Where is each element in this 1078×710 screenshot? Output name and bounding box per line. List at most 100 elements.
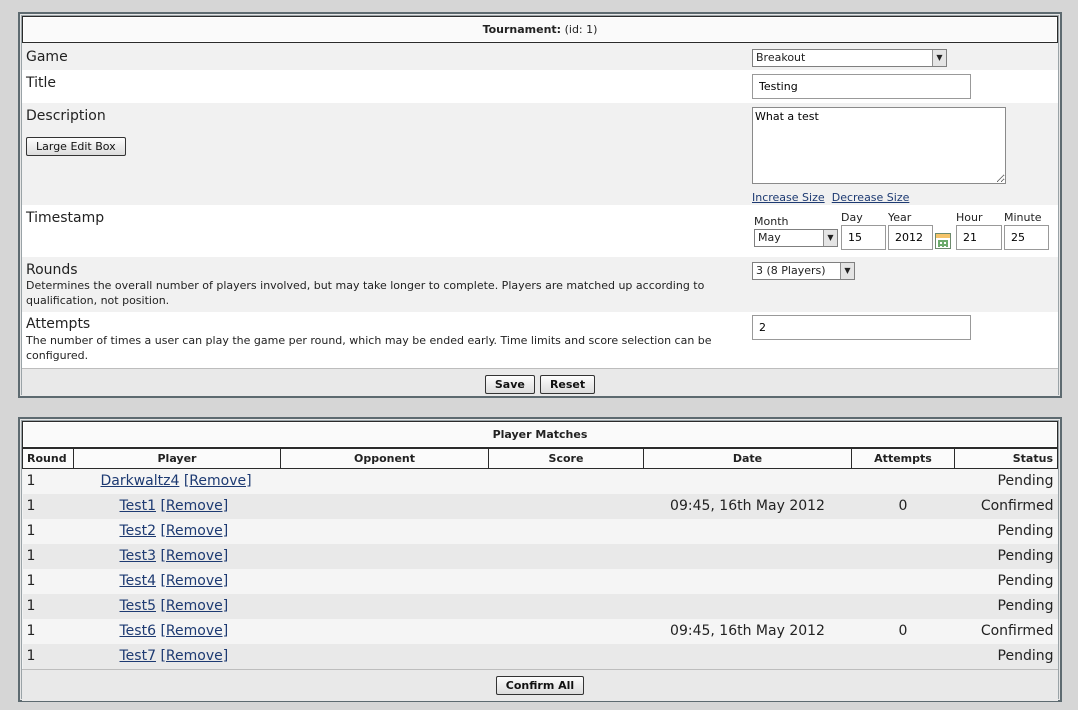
cell-status: Pending — [954, 593, 1058, 619]
description-label: Description — [26, 108, 106, 124]
cell-round: 1 — [22, 568, 74, 594]
cell-round: 1 — [22, 543, 74, 569]
month-label: Month — [754, 215, 789, 228]
reset-button[interactable]: Reset — [539, 375, 596, 394]
cell-status: Pending — [954, 468, 1058, 494]
attempts-label: Attempts — [26, 316, 91, 332]
table-row: 1 Test5 [Remove] Pending — [22, 593, 1058, 619]
attempts-help: The number of times a user can play the … — [26, 334, 712, 362]
cell-date — [643, 568, 852, 594]
title-input[interactable] — [752, 74, 971, 99]
cell-attempts — [851, 543, 955, 569]
cell-score — [488, 618, 644, 644]
cell-opponent — [280, 518, 489, 544]
player-link[interactable]: Test2 — [120, 523, 156, 539]
year-label: Year — [888, 211, 912, 224]
remove-link[interactable]: [Remove] — [160, 498, 228, 514]
cell-score — [488, 568, 644, 594]
col-attempts[interactable]: Attempts — [851, 448, 955, 469]
attempts-input[interactable] — [752, 315, 971, 340]
player-link[interactable]: Test6 — [120, 623, 156, 639]
tournament-heading-label: Tournament: — [482, 23, 562, 36]
timestamp-row: Timestamp Month Day Year Hour Minute May… — [22, 205, 1058, 257]
remove-link[interactable]: [Remove] — [160, 573, 228, 589]
remove-link[interactable]: [Remove] — [184, 473, 252, 489]
cell-status: Confirmed — [954, 493, 1058, 519]
player-link[interactable]: Test7 — [120, 648, 156, 664]
player-link[interactable]: Test3 — [120, 548, 156, 564]
col-status[interactable]: Status — [954, 448, 1058, 469]
title-row: Title — [22, 70, 1058, 103]
decrease-size-link[interactable]: Decrease Size — [832, 191, 910, 204]
cell-opponent — [280, 643, 489, 669]
col-round[interactable]: Round — [22, 448, 74, 469]
game-select[interactable]: Breakout ▼ — [752, 49, 947, 67]
description-size-links: Increase Size Decrease Size — [752, 186, 909, 205]
cell-date: 09:45, 16th May 2012 — [643, 618, 852, 644]
description-textarea[interactable]: What a test — [752, 107, 1006, 184]
col-date[interactable]: Date — [643, 448, 852, 469]
table-row: 1 Test4 [Remove] Pending — [22, 568, 1058, 594]
cell-player: Test3 [Remove] — [73, 543, 281, 569]
remove-link[interactable]: [Remove] — [160, 623, 228, 639]
chevron-down-icon: ▼ — [823, 230, 837, 246]
matches-heading-label: Player Matches — [492, 428, 588, 441]
cell-score — [488, 643, 644, 669]
cell-date — [643, 518, 852, 544]
remove-link[interactable]: [Remove] — [160, 648, 228, 664]
minute-input[interactable] — [1004, 225, 1049, 250]
matches-table: Round Player Opponent Score Date Attempt… — [22, 448, 1058, 669]
cell-status: Confirmed — [954, 618, 1058, 644]
minute-label: Minute — [1004, 211, 1042, 224]
matches-header-row: Round Player Opponent Score Date Attempt… — [22, 448, 1058, 469]
hour-input[interactable] — [956, 225, 1002, 250]
cell-round: 1 — [22, 468, 74, 494]
col-opponent[interactable]: Opponent — [280, 448, 489, 469]
player-link[interactable]: Test4 — [120, 573, 156, 589]
col-player[interactable]: Player — [73, 448, 281, 469]
player-link[interactable]: Test5 — [120, 598, 156, 614]
col-score[interactable]: Score — [488, 448, 644, 469]
cell-score — [488, 493, 644, 519]
player-link[interactable]: Darkwaltz4 — [101, 473, 180, 489]
cell-player: Test1 [Remove] — [73, 493, 281, 519]
rounds-row: Rounds Determines the overall number of … — [22, 257, 1058, 312]
month-select[interactable]: May ▼ — [754, 229, 838, 247]
year-input[interactable] — [888, 225, 933, 250]
cell-date — [643, 593, 852, 619]
chevron-down-icon: ▼ — [932, 50, 946, 66]
cell-attempts — [851, 518, 955, 544]
cell-attempts — [851, 568, 955, 594]
matches-panel: Player Matches Round Player Opponent Sco… — [18, 417, 1062, 702]
cell-opponent — [280, 468, 489, 494]
cell-score — [488, 518, 644, 544]
day-input[interactable] — [841, 225, 886, 250]
cell-date — [643, 643, 852, 669]
cell-date: 09:45, 16th May 2012 — [643, 493, 852, 519]
increase-size-link[interactable]: Increase Size — [752, 191, 825, 204]
table-row: 1 Test6 [Remove] 09:45, 16th May 2012 0 Conf… — [22, 618, 1058, 644]
remove-link[interactable]: [Remove] — [160, 598, 228, 614]
cell-status: Pending — [954, 543, 1058, 569]
cell-attempts — [851, 593, 955, 619]
player-link[interactable]: Test1 — [120, 498, 156, 514]
confirm-all-button[interactable]: Confirm All — [495, 675, 585, 695]
cell-date — [643, 468, 852, 494]
cell-opponent — [280, 618, 489, 644]
cell-score — [488, 593, 644, 619]
hour-label: Hour — [956, 211, 983, 224]
remove-link[interactable]: [Remove] — [160, 523, 228, 539]
table-row: 1 Test7 [Remove] Pending — [22, 643, 1058, 669]
table-row: 1 Test3 [Remove] Pending — [22, 543, 1058, 569]
day-label: Day — [841, 211, 863, 224]
cell-player: Test5 [Remove] — [73, 593, 281, 619]
matches-footer: Confirm All — [22, 668, 1058, 701]
cell-attempts: 0 — [851, 493, 955, 519]
large-edit-box-button[interactable]: Large Edit Box — [26, 137, 126, 156]
cell-opponent — [280, 593, 489, 619]
rounds-select[interactable]: 3 (8 Players) ▼ — [752, 262, 855, 280]
calendar-icon[interactable] — [935, 233, 951, 249]
save-button[interactable]: Save — [484, 375, 535, 394]
remove-link[interactable]: [Remove] — [160, 548, 228, 564]
matches-body: 1 Darkwaltz4 [Remove] Pending 1 Test1 [Remov… — [22, 468, 1058, 669]
